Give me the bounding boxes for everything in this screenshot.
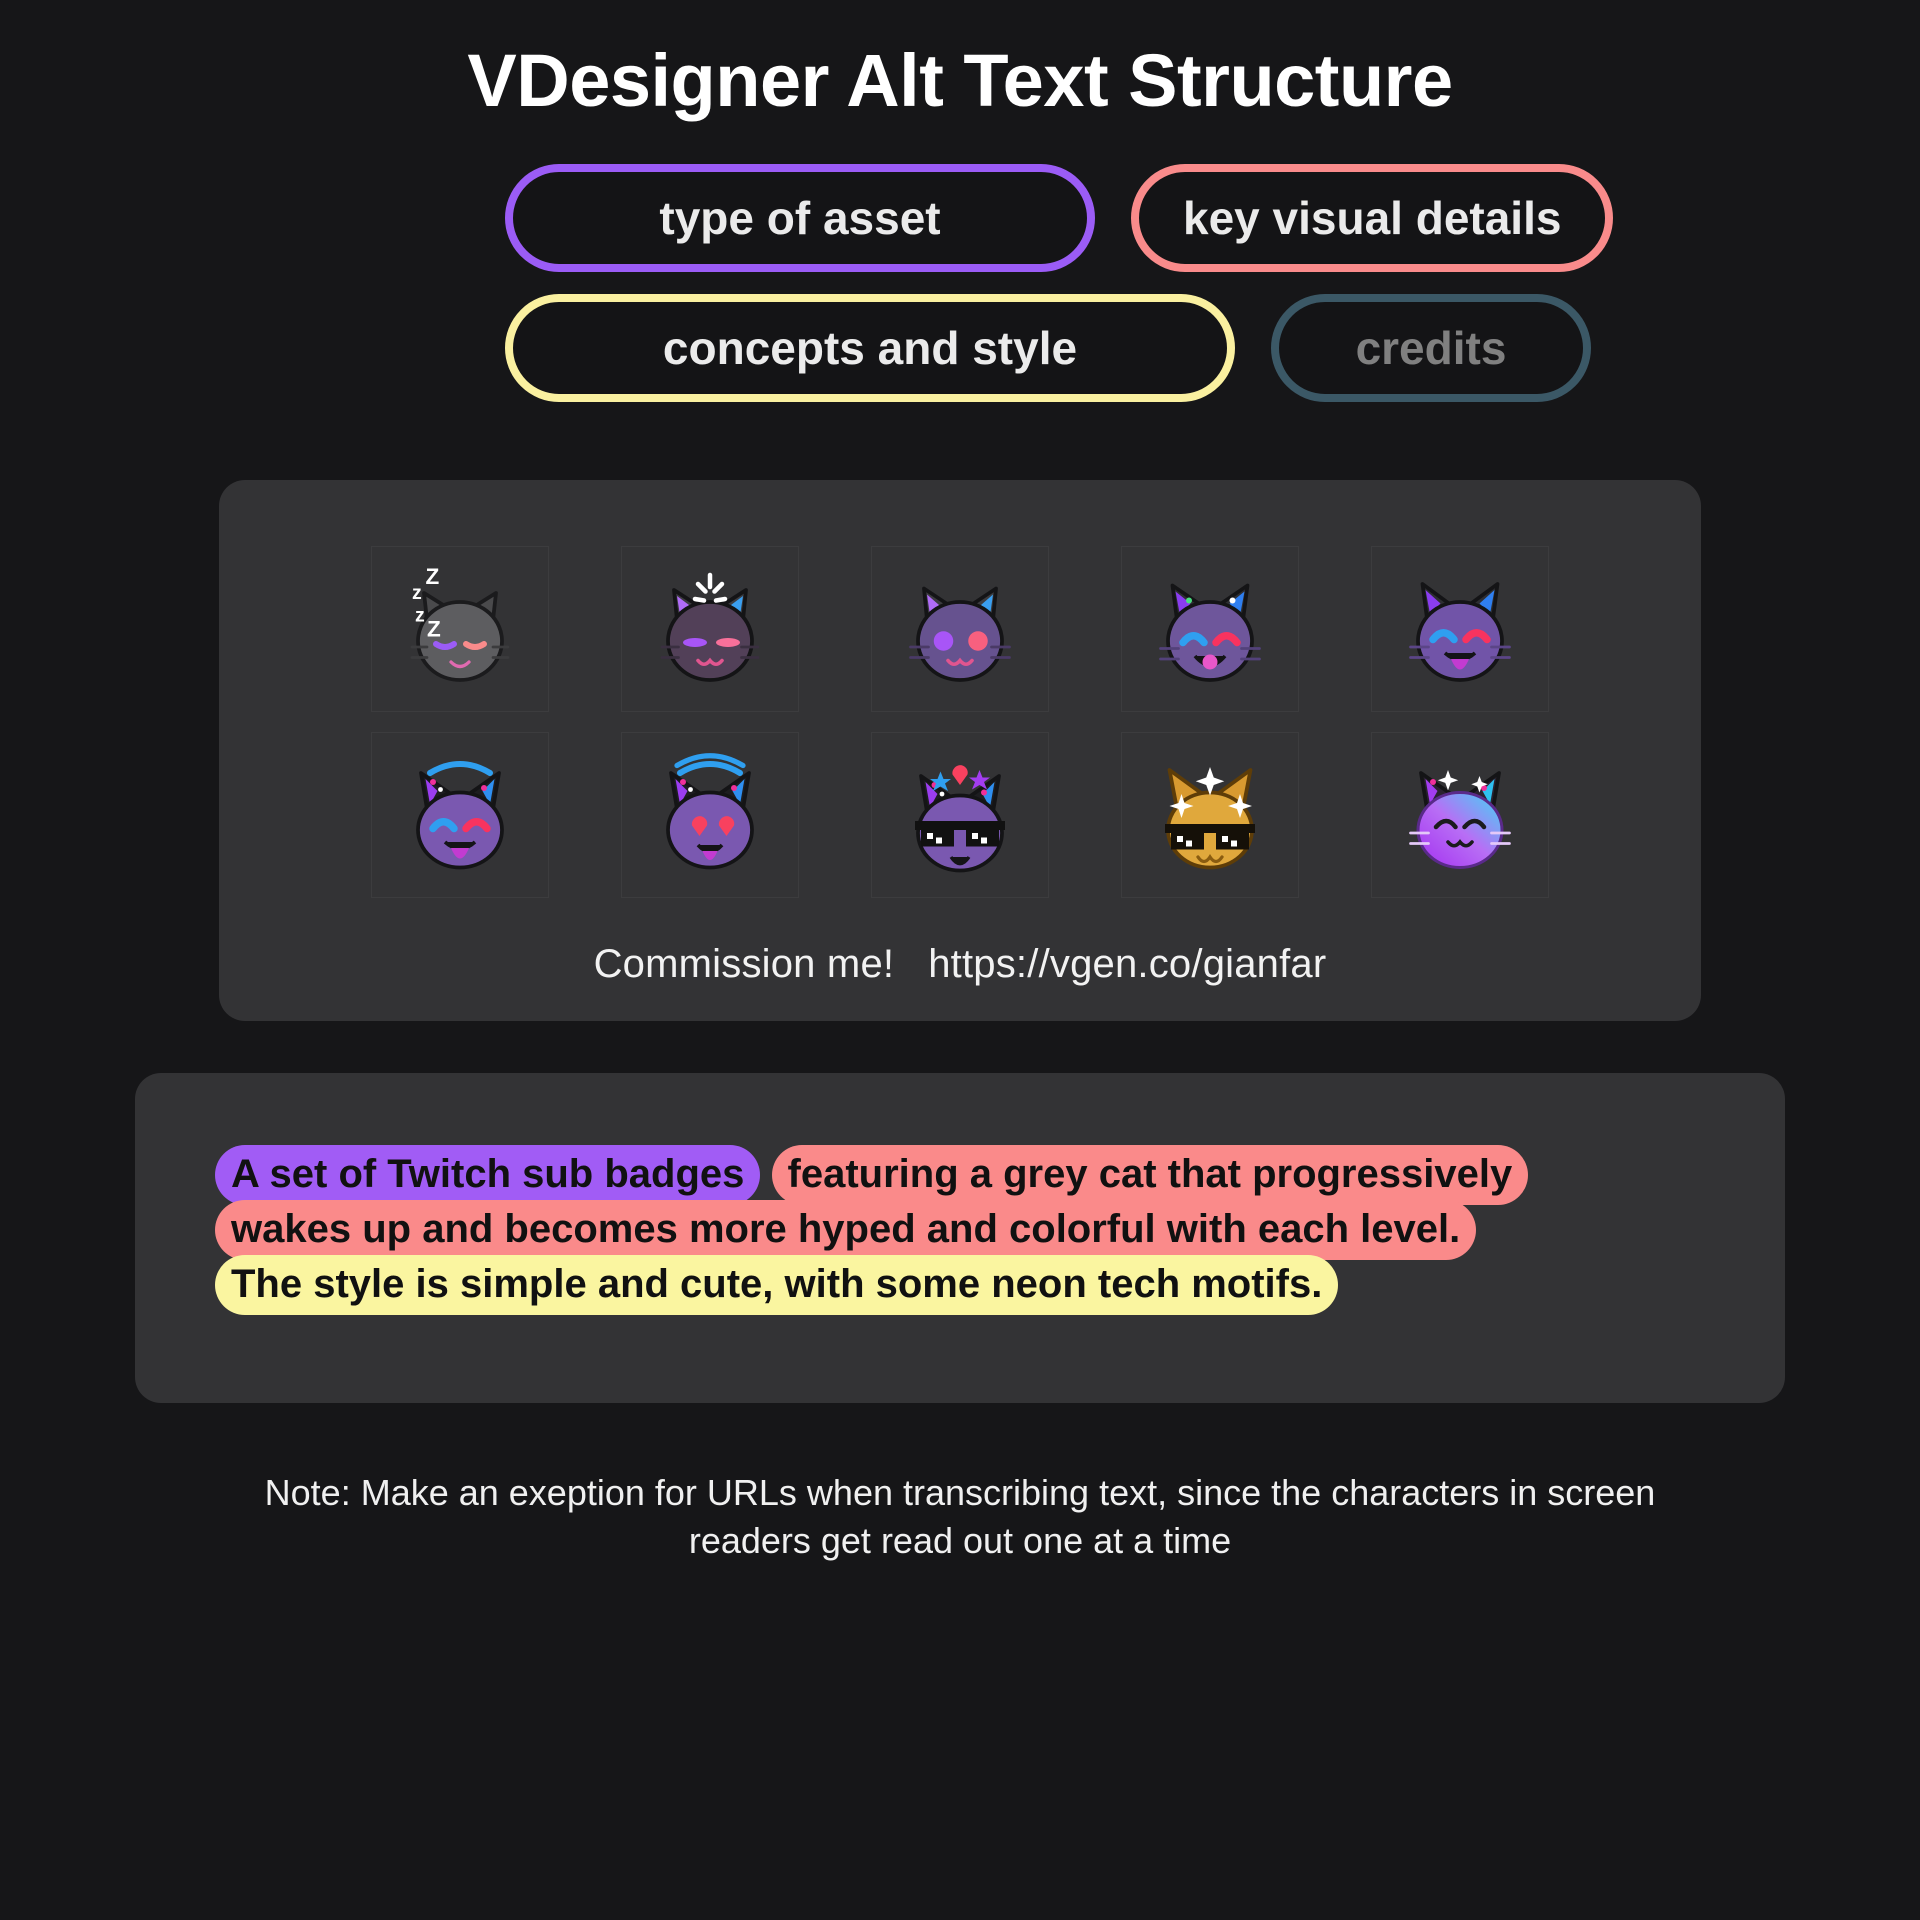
heart-eyes-cat-icon bbox=[666, 752, 754, 870]
emote-hyped-cat-blue-arc[interactable] bbox=[371, 731, 549, 898]
neutral-cat-blush-icon bbox=[909, 586, 1011, 682]
tag-pill-row-1: type of asset key visual details bbox=[505, 163, 1614, 272]
tag-credits[interactable]: credits bbox=[1271, 293, 1591, 402]
tag-concepts-and-style[interactable]: concepts and style bbox=[505, 293, 1235, 402]
emote-rainbow-glow-cat[interactable] bbox=[1371, 731, 1549, 898]
commission-line: Commission me! https://vgen.co/gianfar bbox=[594, 942, 1327, 987]
tag-label: credits bbox=[1355, 321, 1507, 374]
poster-root: VDesigner Alt Text Structure type of ass… bbox=[0, 0, 1920, 1920]
emote-gold-sunglasses-cat[interactable] bbox=[1121, 731, 1299, 898]
excited-cat-tongue-icon bbox=[1409, 581, 1511, 682]
emote-happy-cat-open-mouth[interactable] bbox=[1121, 545, 1299, 712]
tag-key-visual-details[interactable]: key visual details bbox=[1131, 163, 1614, 272]
emote-heart-eyes-cat[interactable] bbox=[621, 731, 799, 898]
tag-label: concepts and style bbox=[662, 321, 1078, 374]
sleeping-grey-cat-icon: z Z z Z bbox=[410, 564, 510, 682]
svg-text:Z: Z bbox=[427, 616, 441, 641]
emote-deal-with-it-cat[interactable] bbox=[871, 731, 1049, 898]
emote-neutral-cat-blush[interactable] bbox=[871, 545, 1049, 712]
footer-note: Note: Make an exeption for URLs when tra… bbox=[264, 1471, 1656, 1562]
page-title: VDesigner Alt Text Structure bbox=[467, 39, 1453, 122]
waking-cat-sparkle-icon bbox=[660, 572, 760, 682]
svg-text:z: z bbox=[412, 582, 422, 604]
rainbow-glow-cat-icon bbox=[1409, 769, 1511, 869]
emote-sleeping-grey-cat[interactable]: z Z z Z bbox=[371, 545, 549, 712]
alt-segment-type-of-asset: A set of Twitch sub badges bbox=[215, 1144, 761, 1205]
tag-type-of-asset[interactable]: type of asset bbox=[505, 163, 1095, 272]
commission-label: Commission me! bbox=[593, 941, 895, 986]
deal-with-it-cat-icon bbox=[915, 764, 1005, 873]
tag-pill-row-2: concepts and style credits bbox=[505, 293, 1591, 402]
emote-excited-cat-tongue[interactable] bbox=[1371, 545, 1549, 712]
emote-waking-cat-sparkle[interactable] bbox=[621, 545, 799, 712]
tag-label: key visual details bbox=[1183, 191, 1562, 244]
emote-showcase-card: z Z z Z Commission me! https://vgen.co/g… bbox=[219, 479, 1701, 1021]
tag-pill-group: type of asset key visual details concept… bbox=[250, 163, 1670, 402]
alt-text-paragraph: A set of Twitch sub badges featuring a g… bbox=[215, 1144, 1535, 1316]
tag-label: type of asset bbox=[659, 191, 941, 244]
hyped-cat-blue-arc-icon bbox=[416, 760, 504, 870]
svg-text:Z: Z bbox=[426, 564, 440, 589]
happy-cat-open-mouth-icon bbox=[1159, 583, 1261, 682]
emote-grid: z Z z Z bbox=[335, 536, 1585, 908]
svg-text:z: z bbox=[415, 604, 425, 626]
alt-text-example-card: A set of Twitch sub badges featuring a g… bbox=[135, 1072, 1785, 1403]
alt-segment-concepts-and-style: The style is simple and cute, with some … bbox=[215, 1255, 1339, 1316]
commission-url[interactable]: https://vgen.co/gianfar bbox=[928, 942, 1326, 987]
gold-sunglasses-cat-icon bbox=[1165, 766, 1255, 870]
